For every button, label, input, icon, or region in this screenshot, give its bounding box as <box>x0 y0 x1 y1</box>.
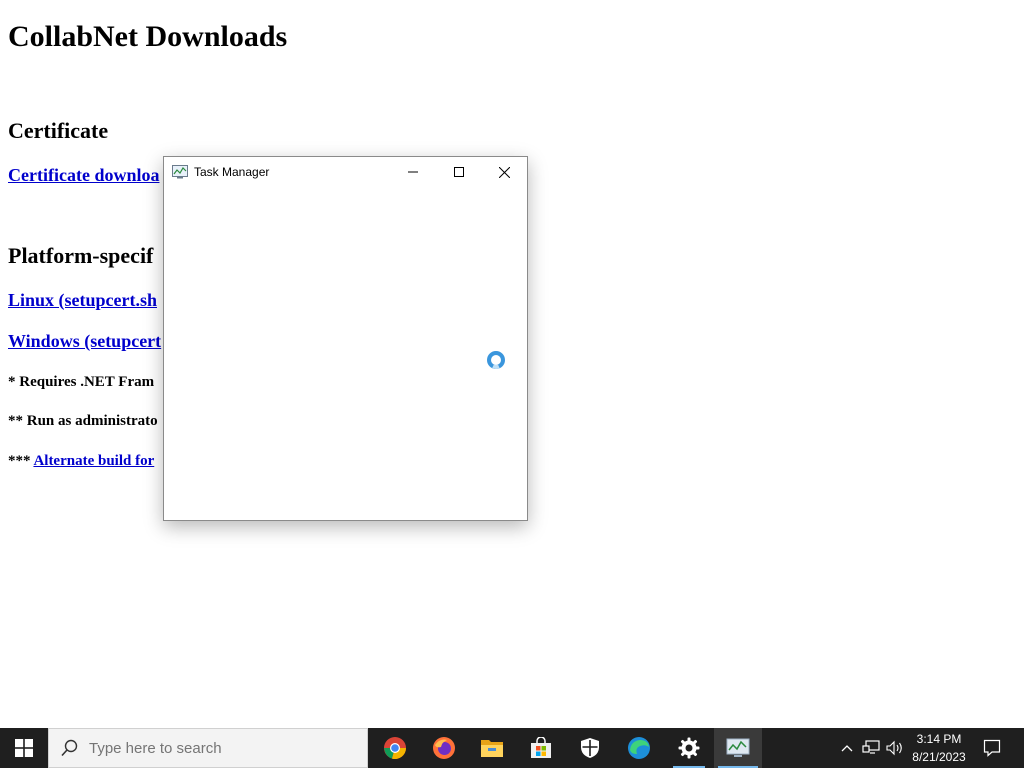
taskbar: 3:14 PM 8/21/2023 <box>0 728 1024 768</box>
alternate-build-prefix: *** <box>8 453 31 469</box>
loading-spinner-icon <box>487 351 505 369</box>
run-as-admin-note: ** Run as administrato <box>8 413 158 429</box>
windows-logo-icon <box>15 739 33 757</box>
task-manager-titlebar[interactable]: Task Manager <box>164 157 527 187</box>
settings-icon <box>678 737 700 759</box>
network-icon <box>862 740 880 754</box>
alternate-build-note: *** Alternate build for <box>8 453 154 470</box>
notification-icon <box>983 739 1001 757</box>
taskbar-chrome[interactable] <box>371 728 419 768</box>
file-explorer-icon <box>481 740 503 757</box>
chevron-up-icon <box>841 745 853 752</box>
show-hidden-icons-button[interactable] <box>836 728 858 768</box>
certificate-heading: Certificate <box>8 118 109 143</box>
platform-specific-heading: Platform-specif <box>8 243 154 268</box>
linux-setupcert-link[interactable]: Linux (setupcert.sh <box>8 290 157 311</box>
alternate-build-link[interactable]: Alternate build for <box>33 453 154 469</box>
taskbar-windows-security[interactable] <box>566 728 614 768</box>
taskbar-edge[interactable] <box>615 728 663 768</box>
speaker-icon <box>886 740 902 756</box>
volume-tray[interactable] <box>884 728 906 768</box>
task-manager-title: Task Manager <box>194 165 270 179</box>
taskbar-search-box[interactable] <box>48 728 368 768</box>
taskbar-file-explorer[interactable] <box>468 728 516 768</box>
task-manager-window[interactable]: Task Manager <box>163 156 528 521</box>
clock-time: 3:14 PM <box>916 732 962 746</box>
minimize-icon <box>408 171 418 173</box>
clock-date: 8/21/2023 <box>912 750 966 764</box>
taskbar-clock[interactable]: 3:14 PM 8/21/2023 <box>906 730 972 766</box>
search-icon <box>61 739 78 757</box>
edge-icon <box>628 737 650 759</box>
net-framework-note: * Requires .NET Fram <box>8 374 155 390</box>
network-tray[interactable] <box>860 728 882 768</box>
maximize-icon <box>454 167 464 177</box>
task-manager-icon <box>172 165 188 179</box>
chrome-icon <box>384 737 406 760</box>
maximize-button[interactable] <box>436 157 482 187</box>
task-manager-icon <box>726 738 750 757</box>
windows-setupcert-link[interactable]: Windows (setupcert <box>8 331 161 352</box>
search-input[interactable] <box>89 740 359 757</box>
certificate-download-link[interactable]: Certificate downloa <box>8 165 159 186</box>
firefox-icon <box>433 737 455 759</box>
start-button[interactable] <box>0 728 48 768</box>
taskbar-microsoft-store[interactable] <box>517 728 565 768</box>
close-icon <box>498 166 510 178</box>
close-button[interactable] <box>481 157 527 187</box>
taskbar-settings[interactable] <box>665 728 713 768</box>
windows-security-icon <box>581 738 599 758</box>
page-title: CollabNet Downloads <box>8 20 288 53</box>
taskbar-firefox[interactable] <box>420 728 468 768</box>
action-center-button[interactable] <box>978 728 1006 768</box>
taskbar-task-manager[interactable] <box>714 728 762 768</box>
microsoft-store-icon <box>531 737 551 758</box>
minimize-button[interactable] <box>390 157 436 187</box>
